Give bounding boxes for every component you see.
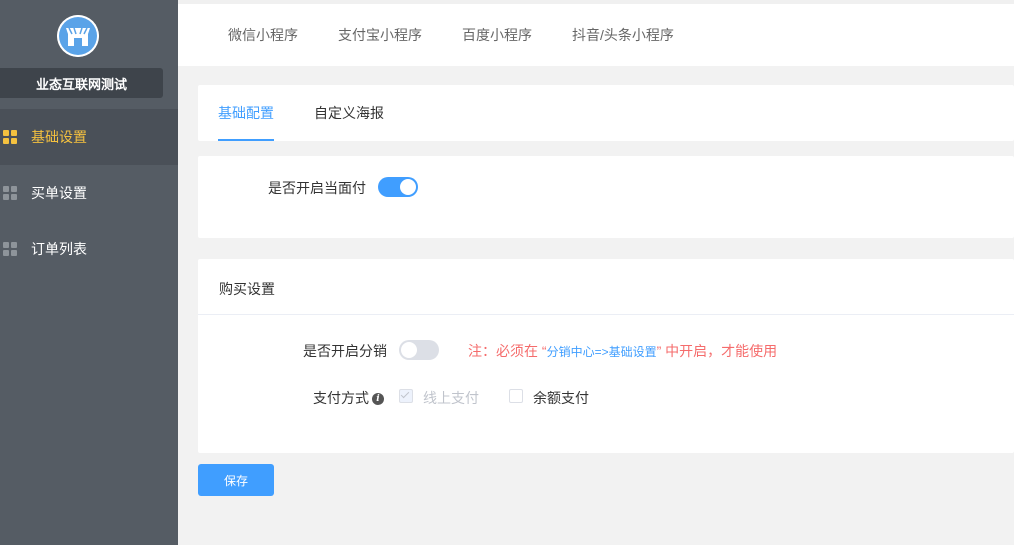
distribution-label: 是否开启分销 xyxy=(303,343,387,359)
distribution-note: 注：必须在 “分销中心=>基础设置” 中开启，才能使用 xyxy=(468,341,777,361)
store-icon xyxy=(57,15,99,57)
face-pay-card: 是否开启当面付 xyxy=(198,156,1014,238)
sidebar-item-label: 基础设置 xyxy=(31,129,87,145)
divider xyxy=(198,314,1014,315)
section-title: 购买设置 xyxy=(219,281,275,297)
payment-method-label: 支付方式 i xyxy=(313,388,384,408)
payment-method-text: 支付方式 xyxy=(313,390,369,406)
face-pay-label: 是否开启当面付 xyxy=(268,180,366,196)
face-pay-switch[interactable] xyxy=(378,177,418,197)
tab-baidu-miniprogram[interactable]: 百度小程序 xyxy=(462,4,532,66)
info-icon[interactable]: i xyxy=(372,393,384,406)
tab-basic-config[interactable]: 基础配置 xyxy=(218,85,274,141)
tab-wechat-miniprogram[interactable]: 微信小程序 xyxy=(228,4,298,66)
sidebar-item-basic-settings[interactable]: 基础设置 xyxy=(0,109,178,165)
sidebar-item-checkout-settings[interactable]: 买单设置 xyxy=(0,165,178,221)
grid-icon xyxy=(3,130,17,144)
store-avatar xyxy=(57,15,99,57)
platform-tabs: 微信小程序 支付宝小程序 百度小程序 抖音/头条小程序 xyxy=(178,0,1014,66)
shop-name: 业态互联网测试 xyxy=(0,68,163,98)
note-prefix: 注：必须在 “ xyxy=(468,343,547,359)
sidebar-item-label: 订单列表 xyxy=(31,241,87,257)
online-pay-label: 线上支付 xyxy=(423,390,479,406)
config-tabs: 基础配置 自定义海报 xyxy=(198,85,1014,141)
balance-pay-label: 余额支付 xyxy=(533,390,589,406)
purchase-settings-card: 购买设置 是否开启分销 注：必须在 “分销中心=>基础设置” 中开启，才能使用 … xyxy=(198,259,1014,453)
tab-douyin-miniprogram[interactable]: 抖音/头条小程序 xyxy=(572,4,674,66)
distribution-switch[interactable] xyxy=(399,340,439,360)
sidebar-item-order-list[interactable]: 订单列表 xyxy=(0,221,178,277)
tab-custom-poster[interactable]: 自定义海报 xyxy=(314,85,384,141)
grid-icon xyxy=(3,186,17,200)
note-link[interactable]: 分销中心=>基础设置 xyxy=(547,345,657,359)
note-suffix: ” 中开启，才能使用 xyxy=(656,343,778,359)
sidebar-item-label: 买单设置 xyxy=(31,185,87,201)
grid-icon xyxy=(3,242,17,256)
online-pay-checkbox[interactable] xyxy=(399,389,413,403)
sidebar: 业态互联网测试 基础设置 买单设置 订单列表 xyxy=(0,0,178,545)
balance-pay-checkbox[interactable] xyxy=(509,389,523,403)
save-button[interactable]: 保存 xyxy=(198,464,274,496)
tab-alipay-miniprogram[interactable]: 支付宝小程序 xyxy=(338,4,422,66)
